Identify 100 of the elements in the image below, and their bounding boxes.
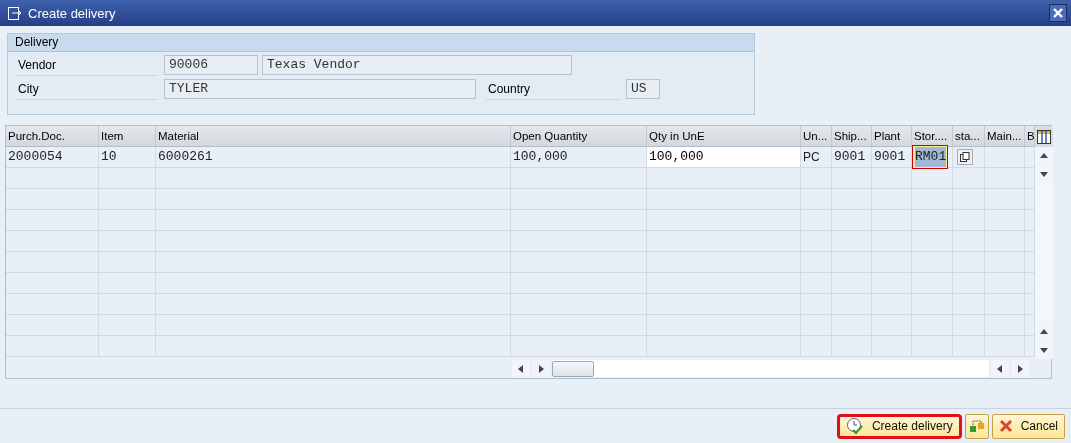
table-cell [872,252,912,273]
attachment-button[interactable] [964,413,989,439]
scroll-up-button[interactable] [1035,147,1053,165]
output-field: 90006 [164,55,258,75]
column-header[interactable]: Open Quantity [511,126,647,147]
window-icon [8,6,22,20]
table-cell [801,252,832,273]
clock-check-icon [845,417,864,435]
output-field: TYLER [164,79,476,99]
table-cell [99,315,156,336]
table-cell [872,168,912,189]
table-cell: 9001 [832,147,872,168]
output-field: Texas Vendor [262,55,572,75]
table-cell [99,273,156,294]
table-cell [953,336,985,357]
scroll-right-button[interactable] [1011,359,1029,378]
column-header[interactable]: Material [156,126,511,147]
column-header[interactable]: Purch.Doc. [6,126,99,147]
column-layout-button[interactable] [1035,126,1053,147]
table-cell: PC [801,147,832,168]
table-cell [801,315,832,336]
table-cell [872,315,912,336]
window-title: Create delivery [28,5,117,21]
table-cell [953,189,985,210]
table-cell [801,273,832,294]
table-cell [832,252,872,273]
table-cell [912,210,953,231]
table-cell [99,168,156,189]
table-cell [832,273,872,294]
table-cell [801,168,832,189]
table-cell [99,189,156,210]
table-cell [953,231,985,252]
table-cell [872,336,912,357]
scroll-left-button[interactable] [991,359,1009,378]
table-cell [99,252,156,273]
column-header[interactable]: Item [99,126,156,147]
table-cell [872,231,912,252]
field-label: Vendor [16,54,158,76]
table-cell [872,273,912,294]
cancel-button[interactable]: Cancel [991,413,1065,439]
table-cell [832,315,872,336]
table-cell [99,294,156,315]
scrollbar-thumb[interactable] [552,360,594,377]
table-cell [99,231,156,252]
value-help-button[interactable] [957,149,973,165]
table-cell [985,189,1025,210]
table-cell [801,294,832,315]
table-cell [912,336,953,357]
quantity-input[interactable]: 100,000 [647,147,801,168]
field-label: Country [486,78,620,100]
table-cell: 2000054 [6,147,99,168]
table-cell [912,231,953,252]
table-cell [832,210,872,231]
table-cell [801,210,832,231]
output-field: US [626,79,660,99]
column-header[interactable]: Plant [872,126,912,147]
close-icon [1053,8,1063,18]
table-cell [985,168,1025,189]
column-header[interactable]: sta... [953,126,985,147]
table-cell [985,315,1025,336]
table-cell [953,294,985,315]
table-cell [99,210,156,231]
table-cell [985,273,1025,294]
field-label: City [16,78,158,100]
close-button[interactable] [1049,4,1067,22]
group-title: Delivery [8,34,754,52]
create-delivery-button[interactable]: Create delivery [836,413,962,439]
table-cell [832,168,872,189]
column-header[interactable]: Qty in UnE [647,126,801,147]
table-cell: 6000261 [156,147,511,168]
table-cell [985,294,1025,315]
table-cell [872,294,912,315]
table-cell [953,210,985,231]
linked-squares-icon [968,418,985,434]
table-cell [801,189,832,210]
table-cell [872,210,912,231]
table-cell [832,294,872,315]
table-cell [832,336,872,357]
table-cell [832,189,872,210]
table-cell [953,273,985,294]
table-cell [912,189,953,210]
table-cell [985,336,1025,357]
column-header[interactable]: Main... [985,126,1025,147]
table-cell [985,252,1025,273]
scroll-down-button[interactable] [1035,341,1053,359]
table-cell [912,252,953,273]
table-cell [801,336,832,357]
table-cell [985,210,1025,231]
close-icon [998,419,1013,433]
column-header[interactable]: Stor.... [912,126,953,147]
storage-location-field[interactable]: RM01 [913,146,948,168]
table-cell [953,252,985,273]
table-cell [872,189,912,210]
column-header[interactable]: Un... [801,126,832,147]
column-header[interactable]: Ship... [832,126,872,147]
table-cell [912,273,953,294]
scroll-left-button[interactable] [512,359,530,378]
table-cell [985,231,1025,252]
scroll-right-button[interactable] [532,359,550,378]
table-cell [953,315,985,336]
